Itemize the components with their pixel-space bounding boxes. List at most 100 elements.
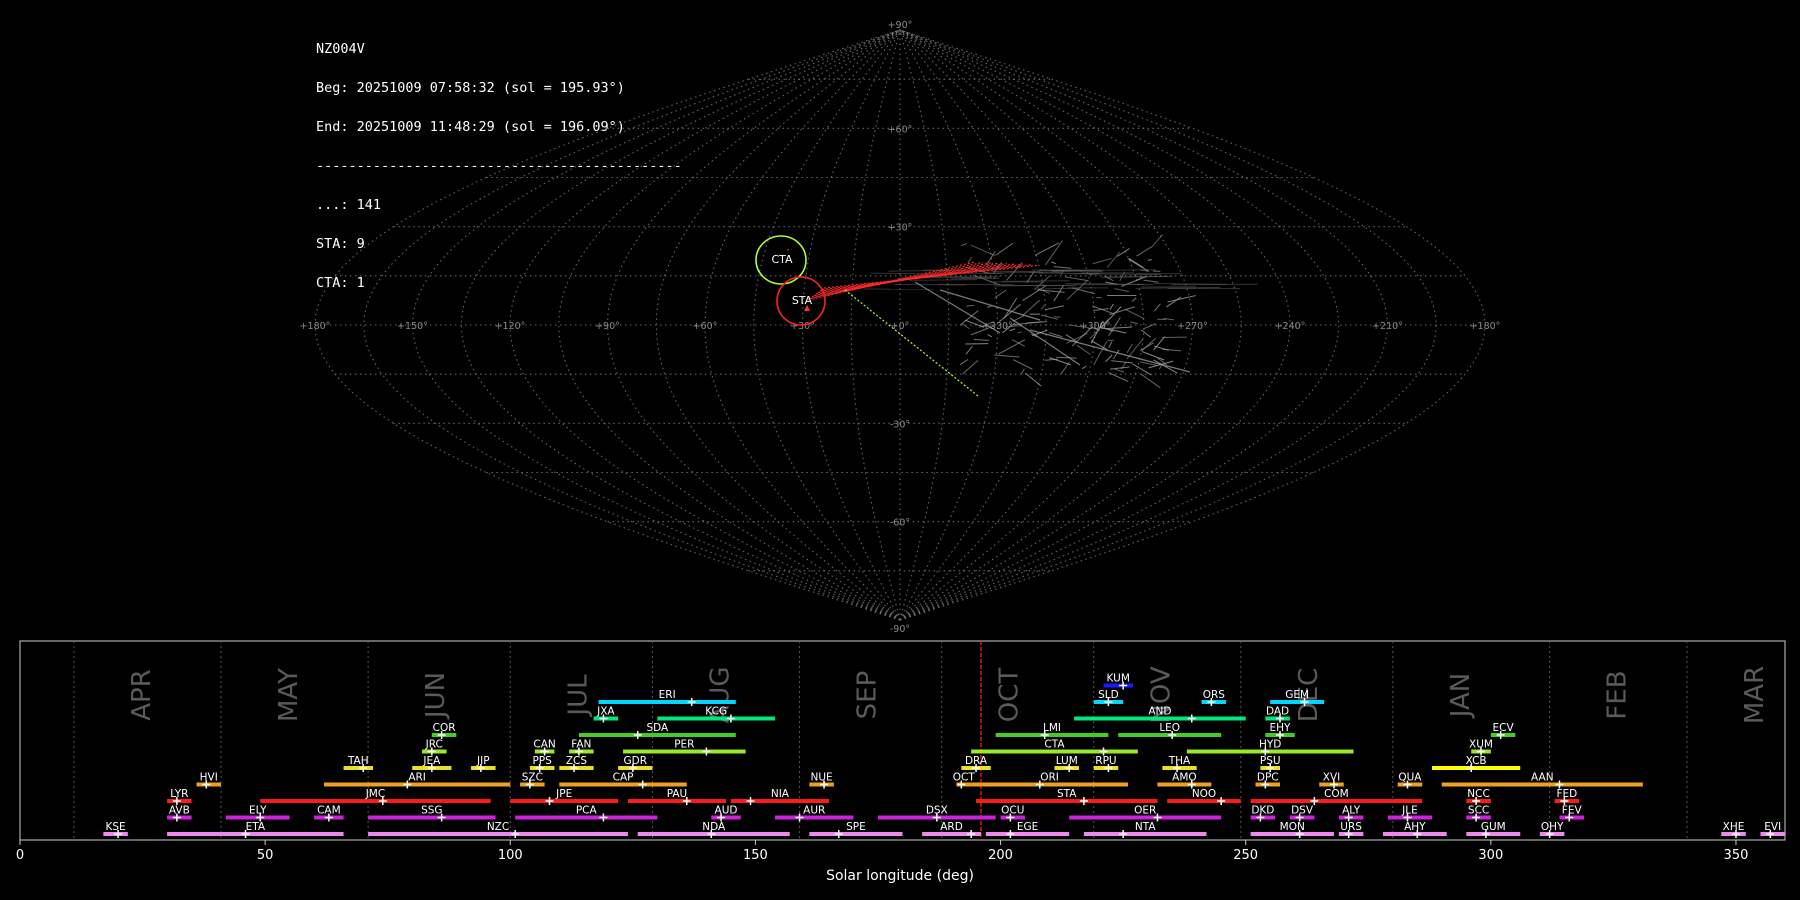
longitude-label: +60°	[693, 321, 718, 332]
sporadic-meteor-trail	[1167, 295, 1196, 303]
shower-label: ZCS	[566, 755, 588, 767]
radiant-map-and-timeline: +90° +60° +30° -30° -60° -90° +180° +150° +120° +…	[16, 20, 1786, 863]
shower-label: GDR	[624, 755, 648, 767]
shower-label: COR	[433, 722, 456, 734]
x-tick-label: 100	[498, 848, 523, 863]
sporadic-meteor-trail	[959, 359, 969, 366]
shower-label: JMC	[365, 788, 386, 800]
sporadic-meteor-trail	[1136, 245, 1154, 257]
shower-label: AUR	[803, 805, 825, 817]
longitude-label: +120°	[495, 321, 526, 332]
x-axis-label: Solar longitude (deg)	[826, 868, 974, 884]
shower-label: CTA	[1044, 739, 1065, 751]
shower-label: ECV	[1493, 722, 1515, 734]
cta-radiant-marker	[787, 249, 789, 251]
sporadic-meteor-trail	[970, 244, 996, 257]
shower-label: NOO	[1192, 788, 1216, 800]
shower-label: ELY	[249, 805, 267, 817]
sporadic-meteor-trail	[1141, 351, 1165, 361]
shower-label: NZC	[487, 821, 509, 833]
shower-label: LMI	[1043, 722, 1061, 734]
sporadic-meteor-trail	[1003, 297, 1018, 319]
sporadic-meteor-trail	[1022, 299, 1041, 316]
shower-label: DAD	[1266, 706, 1289, 718]
shower-label: AAN	[1531, 772, 1554, 784]
sporadic-meteor-trail	[993, 261, 1003, 273]
sporadic-meteor-trail	[1076, 344, 1091, 356]
shower-label: NTA	[1135, 821, 1156, 833]
sporadic-meteor-trail	[1017, 331, 1022, 334]
shower-label: URS	[1340, 821, 1362, 833]
month-label: JAN	[1446, 673, 1476, 719]
sporadic-meteor-trail	[1001, 280, 1070, 282]
month-label: SEP	[853, 671, 883, 720]
sporadic-meteor-trail	[1130, 321, 1138, 325]
sporadic-meteor-trail	[1040, 304, 1046, 310]
sporadic-meteor-trail	[1153, 233, 1164, 246]
sporadic-meteor-trail	[1140, 373, 1161, 389]
shower-label: JRC	[425, 739, 443, 751]
month-label: FEB	[1603, 670, 1633, 719]
shower-label: AHY	[1404, 821, 1426, 833]
longitude-label: +180°	[1470, 321, 1501, 332]
sporadic-meteor-trail	[966, 304, 974, 307]
shower-label: ORS	[1203, 689, 1226, 701]
longitude-label: +0°	[891, 321, 910, 332]
sporadic-meteor-trail	[986, 305, 992, 308]
sporadic-meteor-trail	[1045, 240, 1063, 266]
shower-label: NCC	[1467, 788, 1490, 800]
shower-label: THA	[1168, 755, 1191, 767]
longitude-label: +150°	[397, 321, 428, 332]
shower-label: AMO	[1172, 772, 1197, 784]
shower-label: SDA	[646, 722, 669, 734]
sporadic-meteor-trail	[1111, 360, 1133, 364]
sporadic-meteor-trail	[1092, 257, 1112, 265]
shower-label: CAN	[533, 739, 555, 751]
sporadic-meteor-trail	[973, 338, 989, 341]
shower-label: RPU	[1095, 755, 1116, 767]
sporadic-meteor-trail	[965, 345, 973, 355]
shower-label: TAH	[347, 755, 369, 767]
shower-label: ORI	[1040, 772, 1059, 784]
shower-label: EGE	[1017, 821, 1038, 833]
x-tick-label: 150	[743, 848, 768, 863]
shower-label: SCC	[1468, 805, 1489, 817]
sporadic-meteor-trail	[1108, 341, 1113, 349]
shower-label: EHY	[1270, 722, 1292, 734]
cta-radiant-label: CTA	[771, 253, 793, 266]
sporadic-meteor-trail	[1034, 242, 1060, 256]
latitude-label: +30°	[888, 223, 913, 234]
shower-label: FAN	[571, 739, 591, 751]
shower-label: SPE	[846, 821, 866, 833]
sporadic-meteor-trail	[1106, 251, 1121, 269]
sporadic-meteor-trail	[1056, 356, 1077, 359]
shower-label: MON	[1280, 821, 1305, 833]
sporadic-meteor-trail	[1153, 283, 1228, 285]
shower-label: NUE	[811, 772, 833, 784]
sporadic-meteor-trail	[1053, 266, 1072, 269]
shower-label: LEO	[1159, 722, 1180, 734]
sporadic-meteor-trail	[1029, 271, 1061, 274]
shower-label: CAP	[613, 772, 634, 784]
shower-label: JXA	[596, 706, 615, 718]
shower-label: OHY	[1541, 821, 1564, 833]
latitude-label: -30°	[890, 419, 910, 430]
shower-label: OCT	[953, 772, 976, 784]
month-label: OCT	[995, 668, 1025, 723]
sporadic-meteor-trail	[1053, 316, 1061, 318]
sporadic-meteor-trail	[1143, 323, 1156, 330]
sporadic-meteor-trail	[1026, 321, 1047, 324]
sporadic-meteor-trail	[960, 243, 968, 247]
shower-label: XHE	[1723, 821, 1745, 833]
shower-label: OER	[1134, 805, 1156, 817]
sporadic-meteor-trail	[1045, 305, 1064, 311]
shower-label: ALY	[1342, 805, 1361, 817]
cta-meteor-trail	[844, 289, 979, 397]
shower-label: STA	[1057, 788, 1077, 800]
sporadic-meteor-trail	[1045, 287, 1079, 290]
shower-label: NDA	[702, 821, 726, 833]
month-label: MAR	[1740, 666, 1770, 724]
sporadic-meteor-trail	[1012, 359, 1033, 370]
shower-label: DPC	[1257, 772, 1279, 784]
sporadic-meteor-trail	[1143, 279, 1159, 283]
